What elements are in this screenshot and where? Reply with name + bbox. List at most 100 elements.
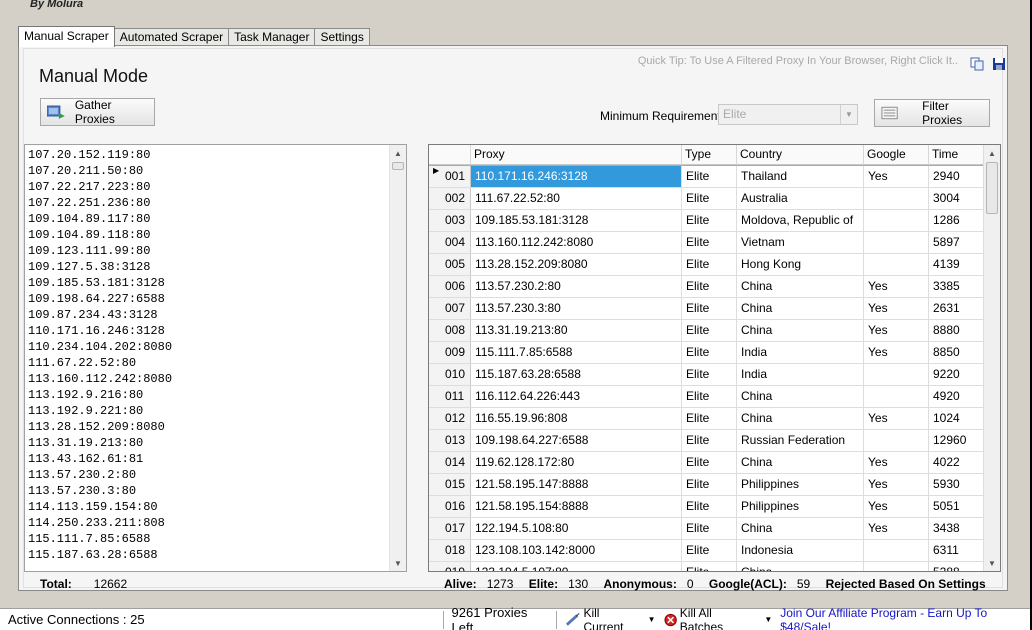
affiliate-link[interactable]: Join Our Affiliate Program - Earn Up To … — [776, 606, 1030, 630]
list-item[interactable]: 113.57.230.2:80 — [28, 467, 172, 483]
kill-all-button[interactable]: Kill All Batches ▼ — [660, 606, 777, 630]
table-row[interactable]: 012 116.55.19.96:808 Elite China Yes 1024 — [429, 408, 985, 430]
raw-proxy-list[interactable]: 107.20.152.119:80 107.20.211.50:80 107.22.… — [24, 144, 407, 572]
col-proxy[interactable]: Proxy — [471, 145, 682, 165]
chevron-down-icon[interactable]: ▼ — [648, 615, 656, 624]
grid-scrollbar[interactable]: ▲ ▼ — [983, 145, 1000, 571]
table-row[interactable]: 005 113.28.152.209:8080 Elite Hong Kong 4139 — [429, 254, 985, 276]
min-req-value: Elite — [723, 107, 747, 121]
list-item[interactable]: 113.31.19.213:80 — [28, 435, 172, 451]
row-number[interactable]: 004 — [429, 232, 471, 253]
list-item[interactable]: 114.113.159.154:80 — [28, 499, 172, 515]
raw-list-scrollbar[interactable]: ▲ ▼ — [389, 145, 406, 571]
total-value: 12662 — [93, 577, 128, 591]
cell-google: Yes — [864, 276, 929, 297]
table-row[interactable]: 016 121.58.195.154:8888 Elite Philippines Ye… — [429, 496, 985, 518]
row-number[interactable]: 002 — [429, 188, 471, 209]
list-item[interactable]: 115.111.7.85:6588 — [28, 531, 172, 547]
list-item[interactable]: 107.22.251.236:80 — [28, 195, 172, 211]
proxy-grid[interactable]: Proxy Type Country Google Time 001 ▶ 110.1… — [428, 144, 1001, 572]
table-row[interactable]: 002 111.67.22.52:80 Elite Australia 3004 — [429, 188, 985, 210]
cell-google: Yes — [864, 342, 929, 363]
col-google[interactable]: Google — [864, 145, 929, 165]
row-number[interactable]: 011 — [429, 386, 471, 407]
list-item[interactable]: 115.187.63.28:6588 — [28, 547, 172, 563]
table-row[interactable]: 006 113.57.230.2:80 Elite China Yes 3385 — [429, 276, 985, 298]
table-row[interactable]: 007 113.57.230.3:80 Elite China Yes 2631 — [429, 298, 985, 320]
copy-icon[interactable] — [970, 57, 984, 71]
row-number[interactable]: 010 — [429, 364, 471, 385]
col-country[interactable]: Country — [737, 145, 864, 165]
row-number[interactable]: 012 — [429, 408, 471, 429]
row-number[interactable]: 007 — [429, 298, 471, 319]
table-row[interactable]: 017 122.194.5.108:80 Elite China Yes 3438 — [429, 518, 985, 540]
grid-scroll-up-icon[interactable]: ▲ — [984, 145, 1000, 161]
table-row[interactable]: 014 119.62.128.172:80 Elite China Yes 4022 — [429, 452, 985, 474]
table-row[interactable]: 010 115.187.63.28:6588 Elite India 9220 — [429, 364, 985, 386]
table-row[interactable]: 018 123.108.103.142:8000 Elite Indonesia 631… — [429, 540, 985, 562]
gather-proxies-button[interactable]: Gather Proxies — [40, 98, 155, 126]
row-number[interactable]: 014 — [429, 452, 471, 473]
list-item[interactable]: 109.185.53.181:3128 — [28, 275, 172, 291]
tab-manual-scraper[interactable]: Manual Scraper — [18, 26, 115, 47]
list-item[interactable]: 107.22.217.223:80 — [28, 179, 172, 195]
scroll-up-icon[interactable]: ▲ — [390, 145, 406, 161]
list-item[interactable]: 107.20.152.119:80 — [28, 147, 172, 163]
kill-current-button[interactable]: Kill Current ▼ — [561, 606, 659, 630]
min-req-select[interactable]: Elite ▼ — [718, 104, 858, 125]
scroll-down-icon[interactable]: ▼ — [390, 555, 406, 571]
grid-scroll-track[interactable]: ▲ ▼ — [984, 145, 1000, 571]
row-number[interactable]: 015 — [429, 474, 471, 495]
table-row[interactable]: 008 113.31.19.213:80 Elite China Yes 8880 — [429, 320, 985, 342]
row-number[interactable]: 005 — [429, 254, 471, 275]
row-number[interactable]: 006 — [429, 276, 471, 297]
list-item[interactable]: 109.104.89.117:80 — [28, 211, 172, 227]
grid-scroll-thumb[interactable] — [986, 162, 998, 214]
cell-time: 3438 — [929, 518, 985, 539]
chevron-down-icon[interactable]: ▼ — [764, 615, 772, 624]
list-item[interactable]: 114.250.233.211:808 — [28, 515, 172, 531]
row-number[interactable]: 016 — [429, 496, 471, 517]
row-number[interactable]: 019 — [429, 562, 471, 571]
save-icon[interactable] — [992, 57, 1006, 71]
list-item[interactable]: 109.104.89.118:80 — [28, 227, 172, 243]
list-item[interactable]: 109.127.5.38:3128 — [28, 259, 172, 275]
row-number[interactable]: 009 — [429, 342, 471, 363]
scroll-thumb[interactable] — [392, 162, 404, 170]
table-row[interactable]: 001 ▶ 110.171.16.246:3128 Elite Thailand Yes 2… — [429, 166, 985, 188]
row-number[interactable]: 013 — [429, 430, 471, 451]
row-number[interactable]: 003 — [429, 210, 471, 231]
col-type[interactable]: Type — [682, 145, 737, 165]
list-item[interactable]: 111.67.22.52:80 — [28, 355, 172, 371]
list-item[interactable]: 110.234.104.202:8080 — [28, 339, 172, 355]
cell-time: 8880 — [929, 320, 985, 341]
col-time[interactable]: Time — [929, 145, 985, 165]
table-row[interactable]: 003 109.185.53.181:3128 Elite Moldova, Repu… — [429, 210, 985, 232]
list-item[interactable]: 113.43.162.61:81 — [28, 451, 172, 467]
list-item[interactable]: 109.87.234.43:3128 — [28, 307, 172, 323]
row-number[interactable]: 008 — [429, 320, 471, 341]
google-value: 59 — [796, 577, 811, 591]
grid-scroll-down-icon[interactable]: ▼ — [984, 555, 1000, 571]
list-item[interactable]: 109.198.64.227:6588 — [28, 291, 172, 307]
list-item[interactable]: 113.57.230.3:80 — [28, 483, 172, 499]
google-label: Google(ACL): — [708, 577, 787, 591]
list-item[interactable]: 113.28.152.209:8080 — [28, 419, 172, 435]
list-item[interactable]: 113.160.112.242:8080 — [28, 371, 172, 387]
list-item[interactable]: 110.171.16.246:3128 — [28, 323, 172, 339]
filter-proxies-button[interactable]: Filter Proxies — [874, 99, 990, 127]
list-item[interactable]: 113.192.9.221:80 — [28, 403, 172, 419]
table-row[interactable]: 013 109.198.64.227:6588 Elite Russian Feder… — [429, 430, 985, 452]
table-row[interactable]: 009 115.111.7.85:6588 Elite India Yes 8850 — [429, 342, 985, 364]
elite-value: 130 — [568, 577, 589, 591]
list-item[interactable]: 113.192.9.216:80 — [28, 387, 172, 403]
table-row[interactable]: 019 123.194.5.107:80 Elite China 5288 — [429, 562, 985, 571]
table-row[interactable]: 004 113.160.112.242:8080 Elite Vietnam 5897 — [429, 232, 985, 254]
table-row[interactable]: 015 121.58.195.147:8888 Elite Philippines Ye… — [429, 474, 985, 496]
row-number[interactable]: 018 — [429, 540, 471, 561]
table-row[interactable]: 011 116.112.64.226:443 Elite China 4920 — [429, 386, 985, 408]
row-number[interactable]: 017 — [429, 518, 471, 539]
list-item[interactable]: 107.20.211.50:80 — [28, 163, 172, 179]
list-item[interactable]: 109.123.111.99:80 — [28, 243, 172, 259]
kill-all-label: Kill All Batches — [679, 605, 724, 630]
